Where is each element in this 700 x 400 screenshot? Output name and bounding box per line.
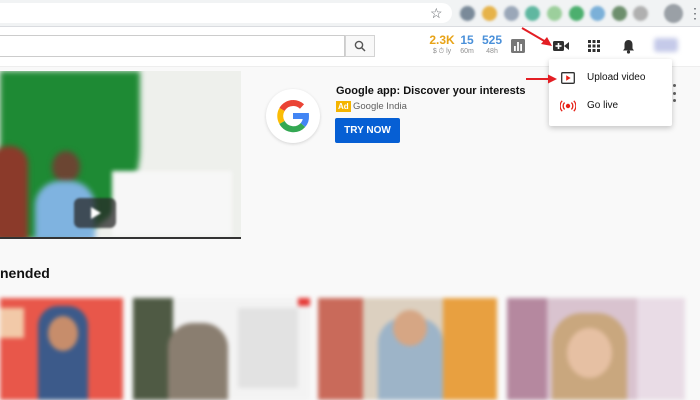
extension-icon[interactable] (569, 6, 584, 21)
extension-icon[interactable] (633, 6, 648, 21)
extension-icon[interactable] (460, 6, 475, 21)
menu-item-go-live[interactable]: Go live (549, 92, 672, 119)
upload-video-icon (560, 70, 576, 86)
video-thumbnail[interactable] (133, 298, 310, 400)
stat-views[interactable]: 2.3K $ ⏱ ly (428, 33, 456, 56)
ad-advertiser: Google India (353, 101, 407, 112)
video-thumbnail[interactable] (318, 298, 497, 400)
ad-title[interactable]: Google app: Discover your interests (336, 84, 526, 98)
progress-bar (0, 237, 241, 239)
ad-video-player[interactable] (0, 71, 241, 239)
extension-icon[interactable] (612, 6, 627, 21)
search-input[interactable] (0, 35, 345, 57)
play-icon[interactable] (74, 198, 116, 228)
extension-icon[interactable] (590, 6, 605, 21)
stat-value: 2.3K (429, 33, 455, 47)
menu-item-label: Go live (587, 99, 619, 111)
stat-60m[interactable]: 15 60m (458, 33, 476, 56)
extension-icon[interactable] (547, 6, 562, 21)
go-live-icon (560, 98, 576, 114)
extension-icon[interactable] (525, 6, 540, 21)
video-thumbnail[interactable] (0, 298, 123, 400)
try-now-button[interactable]: TRY NOW (335, 118, 400, 143)
create-video-icon[interactable] (552, 37, 570, 55)
google-logo[interactable] (266, 89, 320, 143)
browser-toolbar: ☆ ⋮ (0, 0, 700, 27)
stat-48h[interactable]: 525 48h (481, 33, 503, 56)
star-icon[interactable]: ☆ (430, 4, 443, 22)
notifications-bell-icon[interactable] (619, 37, 637, 55)
stat-label: $ ⏱ ly (432, 48, 452, 55)
stat-label: 60m (460, 48, 474, 55)
extension-icon[interactable] (482, 6, 497, 21)
avatar[interactable] (654, 38, 678, 52)
search-button[interactable] (345, 35, 375, 57)
address-bar[interactable] (0, 3, 452, 23)
browser-profile-avatar[interactable] (664, 4, 683, 23)
apps-grid-icon[interactable] (585, 37, 603, 55)
extension-icon[interactable] (504, 6, 519, 21)
section-title: nended (0, 265, 50, 281)
stat-label: 48h (486, 48, 498, 55)
ad-badge: Ad (336, 101, 351, 112)
create-menu: Upload video Go live (549, 59, 672, 126)
stat-value: 525 (481, 33, 503, 47)
menu-item-label: Upload video (587, 71, 646, 83)
video-thumbnail[interactable] (507, 298, 685, 400)
analytics-icon[interactable] (509, 37, 527, 55)
menu-item-upload-video[interactable]: Upload video (549, 64, 672, 91)
search-icon (354, 40, 366, 52)
kebab-menu-icon[interactable]: ⋮ (688, 3, 700, 23)
stat-value: 15 (460, 33, 474, 47)
